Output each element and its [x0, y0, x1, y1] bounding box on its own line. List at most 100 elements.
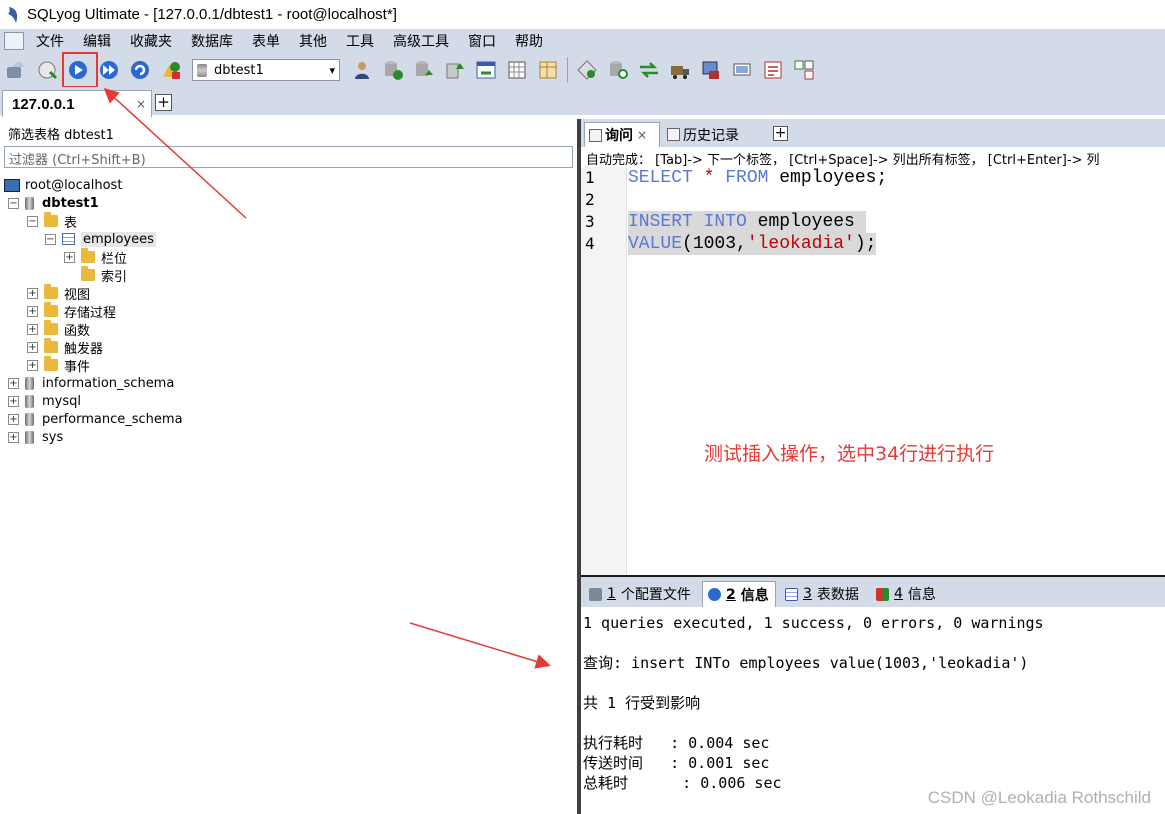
expand-icon[interactable]: +: [8, 413, 19, 425]
expand-icon[interactable]: +: [8, 431, 19, 443]
query-icon: [589, 128, 602, 142]
tab-table-data[interactable]: 3 表数据: [785, 581, 859, 607]
menu-tools[interactable]: 工具: [346, 30, 374, 52]
import-table-icon: [476, 61, 496, 79]
toolbar-separator: [567, 57, 568, 83]
code-line-4[interactable]: VALUE(1003,'leokadia');: [628, 233, 877, 255]
tree-root[interactable]: root@localhost: [4, 176, 122, 194]
filter-label: 筛选表格 dbtest1: [8, 128, 114, 143]
schema-button[interactable]: [159, 58, 183, 82]
tree-db-dbtest1[interactable]: − dbtest1: [8, 194, 99, 212]
line-number: 1: [585, 168, 595, 187]
menu-window[interactable]: 窗口: [468, 30, 496, 52]
schema-sync-button[interactable]: [637, 58, 661, 82]
code-line-1[interactable]: SELECT * FROM employees;: [628, 167, 887, 189]
line-number: 3: [585, 212, 595, 231]
menu-database[interactable]: 数据库: [191, 30, 233, 52]
close-icon[interactable]: ×: [136, 97, 146, 111]
restore-button[interactable]: [412, 58, 436, 82]
tab-history[interactable]: 历史记录: [663, 122, 763, 147]
window-menu-icon[interactable]: [4, 32, 24, 50]
menu-advanced-tools[interactable]: 高级工具: [393, 30, 449, 52]
schema-designer-button[interactable]: [575, 58, 599, 82]
report-icon: [764, 61, 782, 79]
user-manager-button[interactable]: [350, 58, 374, 82]
tree-folder-triggers[interactable]: + 触发器: [27, 338, 104, 357]
table-data-button[interactable]: [505, 58, 529, 82]
backup-button[interactable]: [381, 58, 405, 82]
collapse-icon[interactable]: −: [27, 215, 38, 227]
table-icon: [539, 61, 557, 79]
menu-edit[interactable]: 编辑: [83, 30, 111, 52]
close-icon[interactable]: ×: [637, 128, 647, 142]
expand-icon[interactable]: +: [8, 395, 19, 407]
import-button[interactable]: [474, 58, 498, 82]
new-connection-button[interactable]: [4, 58, 28, 82]
truck-icon: [671, 66, 689, 79]
tree-folder-columns[interactable]: + 栏位: [64, 248, 128, 267]
data-sync-button[interactable]: [668, 58, 692, 82]
tree-table-employees[interactable]: − employees: [45, 230, 156, 248]
menu-bar: 文件 编辑 收藏夹 数据库 表单 其他 工具 高级工具 窗口 帮助: [0, 29, 1165, 53]
tree-db-performance-schema[interactable]: + performance_schema: [8, 410, 183, 428]
report-button[interactable]: [761, 58, 785, 82]
tree-folder-functions[interactable]: + 函数: [27, 320, 91, 339]
tree-db-information-schema[interactable]: + information_schema: [8, 374, 174, 392]
tree-db-mysql[interactable]: + mysql: [8, 392, 81, 410]
tree-folder-procedures[interactable]: + 存储过程: [27, 302, 116, 321]
notifications-button[interactable]: [730, 58, 754, 82]
menu-help[interactable]: 帮助: [515, 30, 543, 52]
expand-icon[interactable]: +: [64, 251, 75, 263]
add-query-tab-button[interactable]: +: [773, 126, 788, 141]
add-connection-tab-button[interactable]: +: [155, 94, 172, 111]
menu-table[interactable]: 表单: [252, 30, 280, 52]
tree-db-label: mysql: [42, 393, 81, 409]
execute-all-icon: [100, 61, 118, 79]
collapse-icon[interactable]: −: [45, 233, 56, 245]
table-diagnostics-button[interactable]: [536, 58, 560, 82]
tab-number: 4: [894, 586, 903, 602]
sql-text: employees: [746, 212, 866, 232]
tab-messages[interactable]: 2 信息: [702, 581, 776, 607]
expand-icon[interactable]: +: [27, 341, 38, 353]
tree-folder-label: 表: [64, 215, 78, 231]
messages-output[interactable]: 1 queries executed, 1 success, 0 errors,…: [583, 613, 1163, 813]
expand-icon[interactable]: +: [27, 359, 38, 371]
line-number: 2: [585, 190, 595, 209]
tree-db-sys[interactable]: + sys: [8, 428, 63, 446]
schema-compare-button[interactable]: [792, 58, 816, 82]
code-line-3[interactable]: INSERT INTO employees: [628, 211, 866, 233]
execute-all-button[interactable]: [97, 58, 121, 82]
tab-profiles[interactable]: 1 个配置文件: [589, 581, 691, 607]
connection-tab[interactable]: 127.0.0.1 ×: [2, 90, 152, 117]
expand-icon[interactable]: +: [8, 377, 19, 389]
sql-keyword: INSERT: [628, 212, 693, 232]
tree-folder-label: 函数: [64, 323, 91, 339]
message-summary: 1 queries executed, 1 success, 0 errors,…: [583, 614, 1044, 632]
collapse-icon[interactable]: −: [8, 197, 19, 209]
menu-file[interactable]: 文件: [36, 30, 64, 52]
query-builder-button[interactable]: [606, 58, 630, 82]
expand-icon[interactable]: +: [27, 323, 38, 335]
tree-folder-indexes[interactable]: 索引: [81, 266, 127, 285]
new-query-button[interactable]: [35, 58, 59, 82]
tab-query[interactable]: 询问 ×: [584, 122, 660, 147]
tab-info[interactable]: 4 信息: [876, 581, 936, 607]
menu-other[interactable]: 其他: [299, 30, 327, 52]
tree-folder-label: 栏位: [101, 251, 128, 267]
database-select[interactable]: dbtest1 ▾: [192, 59, 340, 81]
tree-folder-tables[interactable]: − 表: [27, 212, 78, 231]
menu-favorites[interactable]: 收藏夹: [130, 30, 172, 52]
tree-folder-label: 触发器: [64, 341, 104, 357]
expand-icon[interactable]: +: [27, 305, 38, 317]
tree-folder-views[interactable]: + 视图: [27, 284, 90, 303]
stop-button[interactable]: [128, 58, 152, 82]
expand-icon[interactable]: +: [27, 287, 38, 299]
filter-input[interactable]: 过滤器 (Ctrl+Shift+B): [4, 146, 573, 168]
sql-scheduler-button[interactable]: [699, 58, 723, 82]
database-import-icon: [416, 61, 433, 76]
tree-folder-events[interactable]: + 事件: [27, 356, 90, 375]
copy-db-button[interactable]: [443, 58, 467, 82]
sql-editor[interactable]: 1 2 3 4 SELECT * FROM employees; INSERT …: [581, 167, 1165, 575]
table-icon: [785, 587, 798, 601]
